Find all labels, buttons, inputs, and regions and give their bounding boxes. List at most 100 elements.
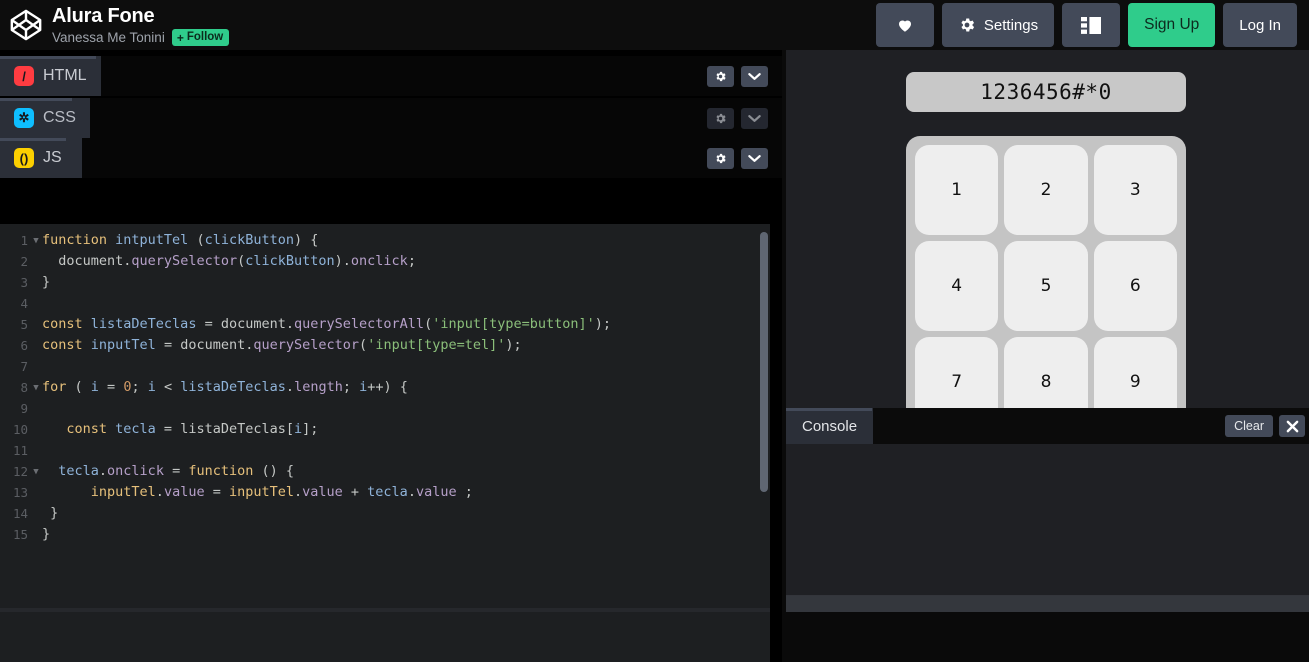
sign-up-button[interactable]: Sign Up [1128,3,1216,47]
editor-html-tabbar: / HTML [0,56,782,96]
phone-keypad: 123456789 [906,136,1186,436]
html-collapse-chevron-down-icon[interactable] [741,65,768,87]
console-header: Console Clear [786,408,1309,444]
close-icon[interactable] [1279,415,1305,437]
tab-console[interactable]: Console [786,408,874,444]
code-text: } [42,505,59,521]
code-text: } [42,526,51,542]
code-line: 15} [0,524,770,545]
code-line: 3} [0,272,770,293]
line-number: 14 [12,506,28,521]
code-text: tecla.onclick = function () { [42,463,295,479]
editor-html-controls [707,56,782,96]
js-parens-icon: () [14,148,34,168]
console-panel: Console Clear [786,408,1309,612]
tab-html[interactable]: / HTML [0,56,101,96]
log-in-button[interactable]: Log In [1223,3,1297,47]
pen-title-block: Alura Fone Vanessa Me Tonini + Follow [52,0,230,50]
layout-panel-icon [1081,16,1102,34]
keypad-key-4[interactable]: 4 [915,241,999,331]
tab-css[interactable]: ✲ CSS [0,98,90,138]
line-number: 1 [20,233,28,248]
change-view-button[interactable] [1062,3,1121,47]
tab-js[interactable]: () JS [0,138,82,178]
line-number: 10 [12,422,28,437]
console-output[interactable] [786,444,1309,612]
line-number: 2 [20,254,28,269]
editor-js-tabbar: () JS [0,138,782,178]
keypad-key-5[interactable]: 5 [1004,241,1088,331]
fold-arrow-icon[interactable]: ▼ [30,461,42,482]
line-number: 11 [12,443,28,458]
line-number: 6 [20,338,28,353]
code-text: } [42,274,51,290]
fold-arrow-icon[interactable]: ▼ [30,377,42,398]
log-in-label: Log In [1239,16,1281,34]
tab-js-label: JS [43,149,62,166]
header-actions: Settings Sign Up Log In [875,0,1309,50]
tab-html-label: HTML [43,67,87,84]
css-settings-gear-icon[interactable] [707,107,734,129]
tab-accent [0,56,96,59]
code-line: 1 ▼ function intputTel (clickButton) { [0,230,770,251]
editor-pane-gutter [770,100,782,662]
js-code-editor[interactable]: 1 ▼ function intputTel (clickButton) { 2 do… [0,224,770,662]
keypad-key-1[interactable]: 1 [915,145,999,235]
author-name[interactable]: Vanessa Me Tonini [52,30,165,46]
css-collapse-chevron-down-icon[interactable] [741,107,768,129]
fold-arrow-icon[interactable]: ▼ [30,230,42,251]
code-text: const tecla = listaDeTeclas[i]; [42,421,319,437]
console-footer-bar [786,596,1309,612]
line-number: 4 [20,296,28,311]
tab-accent [0,98,72,101]
js-settings-gear-icon[interactable] [707,147,734,169]
html-settings-gear-icon[interactable] [707,65,734,87]
editor-vertical-scrollbar[interactable] [760,232,768,492]
keypad-key-3[interactable]: 3 [1093,145,1177,235]
editor-footer-bar [0,608,770,612]
code-text: document.querySelector(clickButton).oncl… [42,253,416,269]
keypad-key-2[interactable]: 2 [1004,145,1088,235]
editor-js: () JS [0,138,782,178]
tab-accent [0,138,66,141]
code-line: 4 [0,293,770,314]
codepen-logo-icon[interactable] [0,0,52,50]
sign-up-label: Sign Up [1144,16,1200,33]
code-lines: 1 ▼ function intputTel (clickButton) { 2 do… [0,224,770,545]
settings-button[interactable]: Settings [941,3,1055,47]
console-tab-accent [786,408,872,411]
code-line: 10 const tecla = listaDeTeclas[i]; [0,419,770,440]
line-number: 9 [20,401,28,416]
code-line: 7 [0,356,770,377]
keypad-key-6[interactable]: 6 [1093,241,1177,331]
console-clear-button[interactable]: Clear [1225,415,1273,437]
code-text: const inputTel = document.querySelector(… [42,337,522,353]
plus-icon: + [176,30,184,45]
code-text: for ( i = 0; i < listaDeTeclas.length; i… [42,379,408,395]
follow-button[interactable]: + Follow [171,29,230,46]
gear-icon [958,16,976,34]
code-line: 9 [0,398,770,419]
editor-css-tabbar: ✲ CSS [0,98,782,138]
love-button[interactable] [875,3,934,47]
settings-button-label: Settings [983,16,1039,34]
phone-number-display[interactable]: 1236456#*0 [906,72,1186,112]
editor-js-controls [707,138,782,178]
line-number: 12 [12,464,28,479]
editor-css-controls [707,98,782,138]
js-collapse-chevron-down-icon[interactable] [741,147,768,169]
follow-button-label: Follow [186,31,224,43]
heart-icon [896,16,914,34]
line-number: 7 [20,359,28,374]
html-slash-icon: / [14,66,34,86]
app-header: Alura Fone Vanessa Me Tonini + Follow Se… [0,0,1309,50]
